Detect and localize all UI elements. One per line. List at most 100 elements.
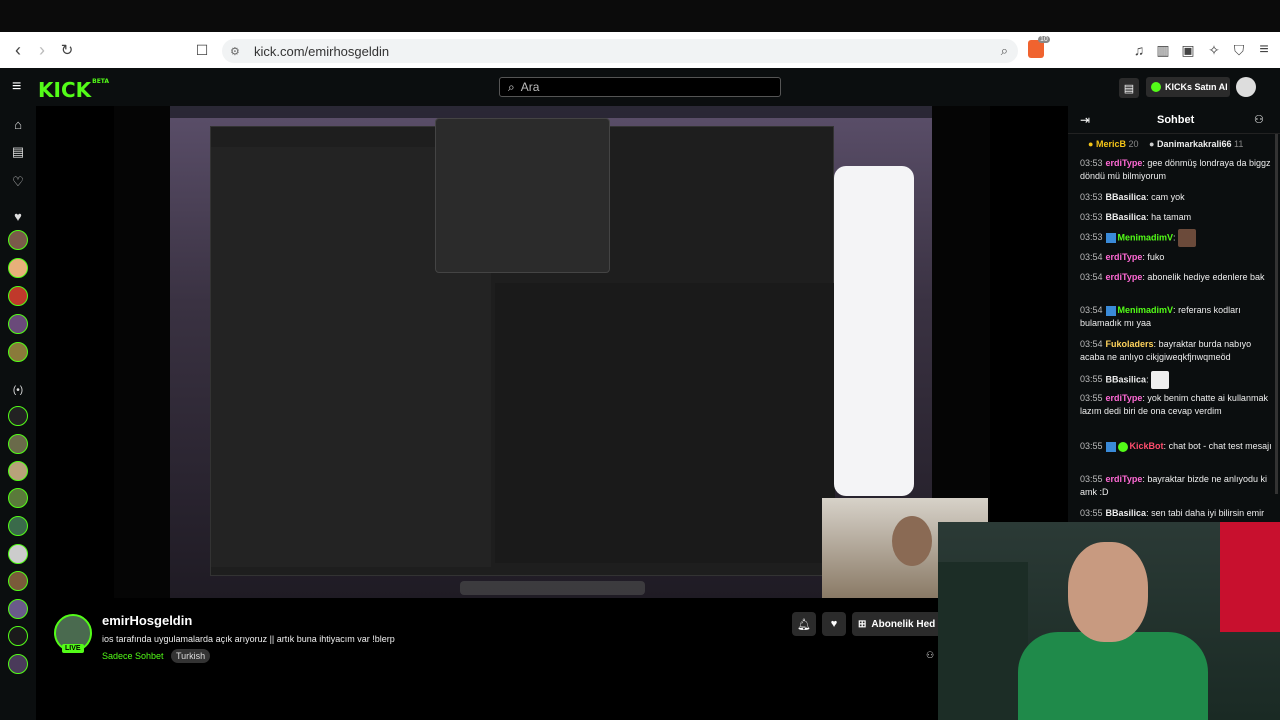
search-icon: ⌕ — [508, 79, 515, 94]
chat-message: 03:55 erdiType: yok benim chatte ai kulla… — [1080, 393, 1268, 416]
chat-scrollbar[interactable] — [1275, 134, 1278, 494]
os-top-strip — [0, 0, 1280, 32]
search-input[interactable]: ⌕ Ara — [499, 77, 781, 97]
channel-avatar[interactable] — [8, 258, 28, 278]
extension-badge: 10 — [1038, 36, 1050, 43]
gifter-count: 11 — [1234, 139, 1244, 149]
badge-icon — [1105, 305, 1116, 316]
hamburger-icon[interactable]: ≡ — [12, 78, 21, 96]
chat-message: 03:53 erdiType: gee dönmüş londraya da bi… — [1080, 158, 1271, 181]
badge-icon — [1105, 441, 1116, 452]
chat-message: 03:53 BBasilica: ha tamam — [1080, 212, 1192, 222]
channel-avatar[interactable] — [8, 461, 28, 481]
search-placeholder: Ara — [520, 80, 540, 94]
stream-screen-share — [170, 106, 932, 598]
follow-heart-icon[interactable]: ♥ — [822, 612, 846, 636]
chat-username[interactable]: BBasilica — [1106, 374, 1147, 384]
live-badge: LIVE — [62, 644, 84, 653]
json-response-view — [495, 283, 835, 563]
address-bar[interactable]: ⚙ kick.com/emirhosgeldin ⌕ — [222, 39, 1018, 63]
forward-icon[interactable]: › — [30, 38, 54, 62]
channel-avatar[interactable] — [8, 516, 28, 536]
chat-username[interactable]: erdiType — [1106, 272, 1143, 282]
vpn-icon[interactable]: ⛉ — [1227, 38, 1251, 62]
buy-kicks-button[interactable]: KICKs Satın Al — [1146, 77, 1230, 97]
subscribe-label: Abonelik Hed — [871, 618, 936, 630]
channel-avatar[interactable] — [8, 544, 28, 564]
shirt — [1018, 632, 1208, 720]
top-gifters: ● MericB 20 ● Danimarkakrali66 11 — [1088, 139, 1243, 149]
reload-icon[interactable]: ↻ — [55, 38, 79, 62]
collapse-chat-icon[interactable]: ⇥ — [1080, 113, 1090, 127]
recommended-icon: (•) — [12, 384, 24, 396]
notification-bell-icon[interactable]: 🔔︎ — [792, 612, 816, 636]
channel-avatar[interactable] — [8, 488, 28, 508]
left-sidebar: ⌂ ▤ ♡ ♥ (•) — [0, 106, 36, 720]
gifter-name[interactable]: MericB — [1096, 139, 1126, 149]
phone-simulator — [834, 166, 914, 496]
url-text: kick.com/emirhosgeldin — [254, 43, 390, 59]
gifter-count: 20 — [1128, 139, 1139, 149]
buy-kicks-label: KICKs Satın Al — [1165, 82, 1228, 92]
chat-username[interactable]: KickBot — [1130, 441, 1164, 451]
chat-message: 03:53 BBasilica: cam yok — [1080, 192, 1185, 202]
chat-username[interactable]: MenimadimV — [1118, 232, 1174, 242]
chat-message: 03:55 BBasilica: — [1080, 371, 1272, 389]
site-settings-icon[interactable]: ⚙ — [230, 45, 240, 58]
stream-category[interactable]: Sadece Sohbet — [102, 651, 164, 661]
zoom-icon[interactable]: ⌕ — [1001, 43, 1008, 59]
kicks-coin-icon — [1151, 82, 1161, 92]
dashboard-icon[interactable]: ▤ — [1119, 78, 1139, 98]
chat-message: 03:54 Fukoladers: bayraktar burda nabıyo … — [1080, 339, 1252, 362]
menu-icon[interactable]: ≡ — [1252, 38, 1276, 62]
channel-avatar[interactable] — [8, 626, 28, 646]
gifter-name[interactable]: Danimarkakrali66 — [1157, 139, 1232, 149]
channel-avatar[interactable] — [8, 406, 28, 426]
subscribe-button[interactable]: ⊞ Abonelik Hed — [852, 612, 938, 636]
chat-username[interactable]: BBasilica — [1106, 212, 1147, 222]
chat-message: 03:55 erdiType: bayraktar bizde ne anlıyo… — [1080, 474, 1267, 497]
channel-avatar[interactable] — [8, 434, 28, 454]
streamer-head — [1068, 542, 1148, 642]
channel-avatar[interactable] — [8, 314, 28, 334]
chat-username[interactable]: BBasilica — [1106, 508, 1147, 518]
chat-username[interactable]: erdiType — [1106, 158, 1143, 168]
bookmark-icon[interactable]: ☐ — [190, 38, 214, 62]
leo-ai-icon[interactable]: ✧ — [1202, 38, 1226, 62]
home-icon[interactable]: ⌂ — [8, 114, 28, 134]
viewers-icon: ⚇ — [926, 650, 935, 660]
channel-avatar[interactable] — [8, 342, 28, 362]
language-tag[interactable]: Turkish — [171, 649, 211, 663]
chat-username[interactable]: BBasilica — [1106, 192, 1147, 202]
chat-username[interactable]: erdiType — [1106, 393, 1143, 403]
chat-username[interactable]: Fukoladers — [1106, 339, 1154, 349]
gaming-chair — [938, 562, 1028, 720]
emote — [1178, 229, 1197, 247]
chat-username[interactable]: erdiType — [1106, 252, 1143, 262]
verified-icon — [1117, 441, 1128, 452]
gifter-rank-icon: ● — [1149, 139, 1155, 149]
channel-avatar[interactable] — [8, 571, 28, 591]
chat-message: 03:55 KickBot: chat bot - chat test mesaj… — [1080, 441, 1272, 452]
kick-logo[interactable]: KICKBETA — [38, 78, 109, 102]
channel-avatar[interactable] — [8, 599, 28, 619]
following-icon[interactable]: ♡ — [8, 172, 28, 192]
streamer-name[interactable]: emirHosgeldin — [102, 613, 192, 628]
channel-avatar[interactable] — [8, 230, 28, 250]
channel-avatar[interactable] — [8, 286, 28, 306]
users-icon[interactable]: ⚇ — [1254, 113, 1264, 126]
chat-message: 03:54 MenimadimV: referans kodları bulama… — [1080, 305, 1241, 328]
sidebar-icon[interactable]: ▥ — [1151, 38, 1175, 62]
chat-username[interactable]: erdiType — [1106, 474, 1143, 484]
followed-heart-icon: ♥ — [14, 208, 22, 224]
webcam-face — [892, 516, 932, 566]
back-icon[interactable]: ‹ — [6, 38, 30, 62]
browse-icon[interactable]: ▤ — [8, 142, 28, 162]
channel-avatar[interactable] — [8, 654, 28, 674]
chat-username[interactable]: MenimadimV — [1118, 305, 1174, 315]
edit-mapping-dialog — [435, 118, 610, 273]
stream-title: ios tarafında uygulamalarda açık arıyoru… — [102, 634, 395, 644]
music-icon[interactable]: ♫ — [1127, 38, 1151, 62]
user-avatar[interactable] — [1236, 77, 1256, 97]
wallet-icon[interactable]: ▣ — [1176, 38, 1200, 62]
